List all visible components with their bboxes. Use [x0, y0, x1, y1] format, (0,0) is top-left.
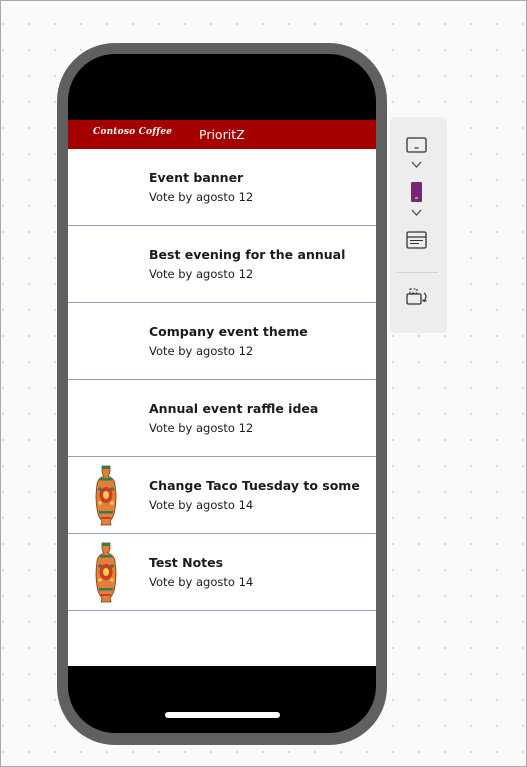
rotate-screen-icon[interactable]: [405, 287, 431, 307]
app-title: PrioritZ: [199, 127, 245, 142]
home-indicator: [165, 712, 280, 718]
list-item[interactable]: Test Notes Vote by agosto 14: [68, 534, 376, 611]
item-title: Test Notes: [149, 555, 224, 570]
item-subtitle: Vote by agosto 14: [149, 498, 254, 512]
item-list: Event banner Vote by agosto 12 Best even…: [68, 149, 376, 666]
item-subtitle: Vote by agosto 12: [149, 267, 254, 281]
chevron-down-icon[interactable]: [405, 159, 429, 171]
list-item[interactable]: Best evening for the annual Vote by agos…: [68, 226, 376, 303]
app-header: Contoso Coffee PrioritZ: [68, 120, 376, 149]
brand-logo: Contoso Coffee: [93, 127, 173, 137]
screen-layout-icon[interactable]: [405, 230, 429, 250]
item-title: Company event theme: [149, 324, 308, 339]
item-subtitle: Vote by agosto 12: [149, 344, 254, 358]
list-item[interactable]: Change Taco Tuesday to some Vote by agos…: [68, 457, 376, 534]
item-title: Annual event raffle idea: [149, 401, 319, 416]
phone-screen: Contoso Coffee PrioritZ Event banner Vot…: [68, 54, 376, 733]
vase-thumbnail: [95, 542, 117, 603]
phone-frame: Contoso Coffee PrioritZ Event banner Vot…: [57, 43, 387, 745]
device-toolbar: [390, 117, 447, 333]
item-title: Change Taco Tuesday to some: [149, 478, 360, 493]
chevron-down-icon[interactable]: [405, 207, 429, 219]
item-subtitle: Vote by agosto 12: [149, 190, 254, 204]
vase-thumbnail: [95, 465, 117, 526]
item-subtitle: Vote by agosto 12: [149, 421, 254, 435]
list-item[interactable]: Event banner Vote by agosto 12: [68, 149, 376, 226]
toolbar-divider: [396, 272, 438, 273]
item-title: Best evening for the annual: [149, 247, 346, 262]
list-item[interactable]: Company event theme Vote by agosto 12: [68, 303, 376, 380]
tablet-landscape-icon[interactable]: [405, 136, 429, 154]
phone-portrait-icon[interactable]: [405, 181, 429, 203]
list-item[interactable]: Annual event raffle idea Vote by agosto …: [68, 380, 376, 457]
item-title: Event banner: [149, 170, 244, 185]
item-subtitle: Vote by agosto 14: [149, 575, 254, 589]
